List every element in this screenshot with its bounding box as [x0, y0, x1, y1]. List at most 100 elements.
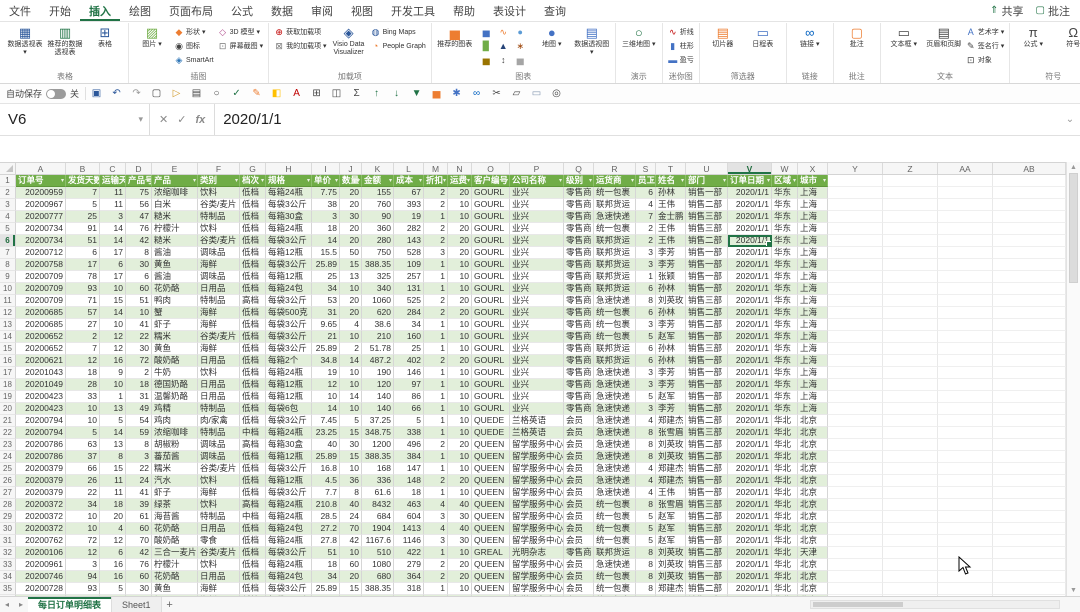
cell[interactable]: 3: [636, 403, 656, 415]
cell[interactable]: 销售一部: [686, 271, 728, 283]
cell[interactable]: 4: [636, 487, 656, 499]
cell[interactable]: 张雪眉: [656, 499, 686, 511]
cell[interactable]: 会员: [564, 439, 594, 451]
cell[interactable]: 8: [636, 499, 656, 511]
cell[interactable]: 528: [394, 247, 424, 259]
cell[interactable]: 北京: [798, 427, 828, 439]
ribbon-button-文本框[interactable]: ▭ 文本框 ▾: [884, 23, 924, 49]
cell[interactable]: 8: [636, 583, 656, 595]
cell[interactable]: 华东: [772, 403, 798, 415]
cell[interactable]: 每箱2个: [266, 355, 312, 367]
cell[interactable]: QUEDE: [472, 415, 510, 427]
cell[interactable]: 华东: [772, 259, 798, 271]
empty-cell[interactable]: [883, 187, 938, 199]
cell[interactable]: 销售二部: [686, 583, 728, 595]
cell[interactable]: 2020/1/1: [728, 511, 772, 523]
empty-cell[interactable]: [828, 379, 883, 391]
cell[interactable]: 张雪眉: [656, 427, 686, 439]
cell[interactable]: 低档: [240, 343, 266, 355]
empty-cell[interactable]: [938, 247, 993, 259]
cell[interactable]: 联邦货运: [594, 235, 636, 247]
cell[interactable]: 140: [362, 403, 394, 415]
cell[interactable]: 90: [362, 211, 394, 223]
cell[interactable]: 282: [394, 223, 424, 235]
column-chart-icon[interactable]: ▅: [478, 26, 495, 40]
empty-cell[interactable]: [828, 259, 883, 271]
cell[interactable]: 51.78: [362, 343, 394, 355]
combo-chart-icon[interactable]: ▅: [512, 54, 529, 68]
cell[interactable]: 零售商: [564, 307, 594, 319]
empty-cell[interactable]: [883, 223, 938, 235]
name-box[interactable]: V6 ▾: [0, 104, 150, 135]
cell[interactable]: 黄鱼: [152, 583, 198, 595]
cell[interactable]: 郑建杰: [656, 475, 686, 487]
cell[interactable]: 22: [126, 331, 152, 343]
column-header-M[interactable]: M: [424, 163, 448, 174]
cell[interactable]: 5: [340, 415, 362, 427]
cell[interactable]: 75: [126, 187, 152, 199]
cell[interactable]: 华北: [772, 475, 798, 487]
cell[interactable]: 低档: [240, 451, 266, 463]
cell[interactable]: 168: [362, 463, 394, 475]
cell[interactable]: 华东: [772, 319, 798, 331]
cell[interactable]: 37.25: [362, 415, 394, 427]
cell[interactable]: 4: [636, 415, 656, 427]
cell[interactable]: 30: [340, 211, 362, 223]
cell[interactable]: 93: [66, 583, 100, 595]
cell[interactable]: 会员: [564, 427, 594, 439]
cell[interactable]: 2020/1/1: [728, 559, 772, 571]
cell[interactable]: 2020/1/1: [728, 427, 772, 439]
cell[interactable]: 10: [448, 211, 472, 223]
format-painter-icon[interactable]: ✎: [250, 85, 263, 103]
cell[interactable]: 北京: [798, 463, 828, 475]
cell[interactable]: 2020/1/1: [728, 391, 772, 403]
row-header-26[interactable]: 26: [0, 475, 16, 487]
table-header-cell[interactable]: 公司名称 ▾: [510, 175, 564, 187]
empty-cell[interactable]: [828, 559, 883, 571]
column-header-Z[interactable]: Z: [883, 163, 938, 174]
cell[interactable]: 9.65: [312, 319, 340, 331]
empty-cell[interactable]: [938, 427, 993, 439]
cell[interactable]: 销售二部: [686, 463, 728, 475]
cell[interactable]: 30: [126, 343, 152, 355]
cell[interactable]: 留学服务中心: [510, 523, 564, 535]
cell[interactable]: 上海: [798, 355, 828, 367]
cell[interactable]: 6: [126, 271, 152, 283]
cell[interactable]: 364: [394, 571, 424, 583]
cell[interactable]: 33: [66, 391, 100, 403]
horizontal-scroll-thumb[interactable]: [813, 602, 903, 607]
cell[interactable]: 2020/1/1: [728, 379, 772, 391]
cell[interactable]: 20201043: [16, 367, 66, 379]
cell[interactable]: 78: [66, 271, 100, 283]
cell[interactable]: 51: [66, 235, 100, 247]
cell[interactable]: 王伟: [656, 487, 686, 499]
cell[interactable]: 2020/1/1: [728, 583, 772, 595]
empty-cell[interactable]: [938, 307, 993, 319]
cell[interactable]: 41: [126, 319, 152, 331]
cell[interactable]: 1: [424, 451, 448, 463]
empty-cell[interactable]: [938, 415, 993, 427]
cell[interactable]: 40: [340, 499, 362, 511]
cell[interactable]: 每箱24瓶: [266, 499, 312, 511]
cell[interactable]: 14: [340, 391, 362, 403]
cell[interactable]: 业兴: [510, 211, 564, 223]
cell[interactable]: 销售一部: [686, 187, 728, 199]
empty-cell[interactable]: [828, 511, 883, 523]
cell[interactable]: 2020/1/1: [728, 439, 772, 451]
cell[interactable]: 饮料: [198, 559, 240, 571]
cell[interactable]: 2020/1/1: [728, 487, 772, 499]
cell[interactable]: 42: [126, 235, 152, 247]
empty-cell[interactable]: [883, 403, 938, 415]
row-header-3[interactable]: 3: [0, 199, 16, 211]
cell[interactable]: 2020/1/1: [728, 247, 772, 259]
filter-icon[interactable]: ▾: [723, 176, 726, 186]
cell[interactable]: 蕃茄酱: [152, 451, 198, 463]
ribbon-button-推荐的图表[interactable]: ▅ 推荐的图表: [435, 23, 475, 49]
empty-cell[interactable]: [883, 487, 938, 499]
pie-chart-icon[interactable]: ●: [512, 26, 529, 40]
cell[interactable]: 24: [340, 511, 362, 523]
cell[interactable]: 饮料: [198, 499, 240, 511]
cell[interactable]: 348.75: [362, 427, 394, 439]
cell[interactable]: 2020/1/1: [728, 319, 772, 331]
cell[interactable]: 酸奶酪: [152, 535, 198, 547]
